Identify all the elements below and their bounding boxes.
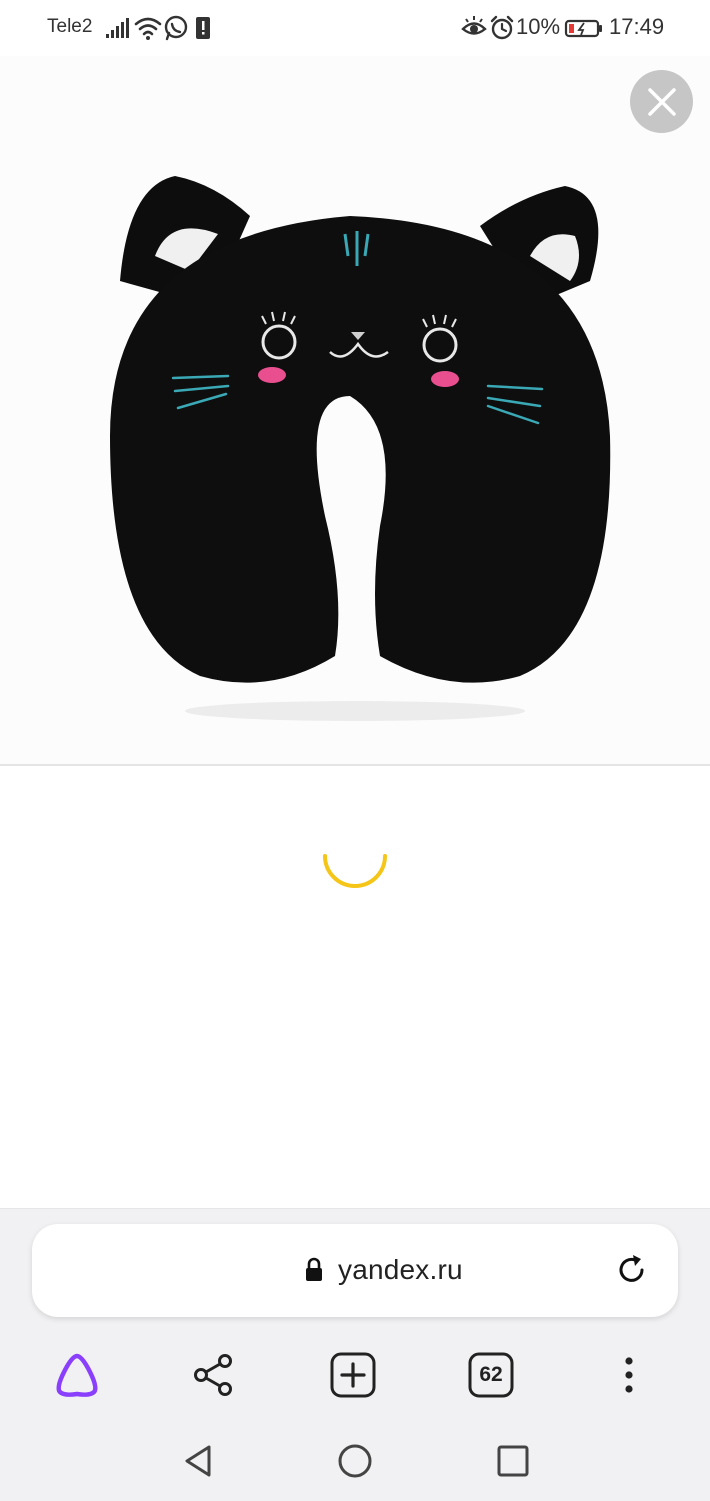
status-bar: Tele2 10% 17:49: [0, 0, 710, 56]
battery-percent: 10%: [516, 14, 561, 39]
back-button[interactable]: [173, 1436, 223, 1486]
plus-icon: [330, 1352, 376, 1398]
tabs-count: 62: [479, 1363, 503, 1386]
tabs-button[interactable]: 62: [459, 1340, 523, 1410]
eye-comfort-icon: [461, 16, 487, 35]
system-navigation-bar: [0, 1420, 710, 1500]
menu-button[interactable]: [597, 1340, 661, 1410]
close-button[interactable]: [630, 70, 693, 133]
browser-nav-row: 62: [0, 1340, 710, 1410]
clock: 17:49: [609, 14, 665, 39]
divider: [0, 764, 710, 766]
home-button[interactable]: [330, 1436, 380, 1486]
share-button[interactable]: [182, 1340, 246, 1410]
carrier-name: Tele2: [47, 16, 93, 37]
sim-icon: [196, 17, 210, 39]
reload-icon: [619, 1255, 644, 1282]
image-viewer[interactable]: [0, 56, 710, 764]
product-image: [110, 176, 611, 721]
address-bar[interactable]: yandex.ru: [32, 1224, 678, 1317]
whatsapp-icon: [164, 15, 188, 41]
share-icon: [194, 1354, 232, 1396]
more-vertical-icon: [625, 1357, 633, 1393]
loading-spinner-icon: [323, 854, 387, 888]
url-text[interactable]: yandex.ru: [338, 1254, 463, 1286]
recents-button[interactable]: [488, 1436, 538, 1486]
alarm-icon: [490, 15, 514, 40]
back-triangle-icon: [185, 1445, 211, 1477]
new-tab-button[interactable]: [321, 1340, 385, 1410]
reload-button[interactable]: [610, 1248, 654, 1292]
alice-icon: [56, 1353, 98, 1397]
close-icon: [647, 87, 676, 116]
signal-icon: [106, 18, 129, 38]
wifi-icon: [134, 17, 162, 40]
alice-button[interactable]: [45, 1340, 109, 1410]
home-circle-icon: [338, 1444, 372, 1478]
battery-low-icon: [564, 19, 602, 38]
lock-icon: [306, 1257, 322, 1281]
recents-square-icon: [497, 1445, 529, 1477]
